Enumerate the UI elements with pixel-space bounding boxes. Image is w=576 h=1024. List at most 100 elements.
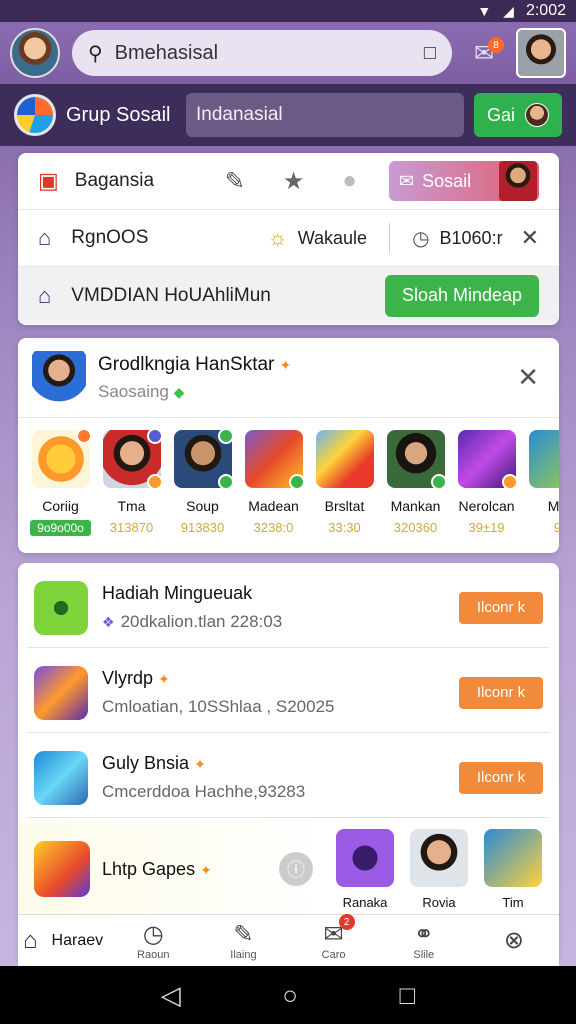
message-icon[interactable]: ●	[342, 167, 357, 196]
edit-icon[interactable]: ✎	[225, 167, 245, 196]
app-item[interactable]: Mu 9	[527, 430, 559, 536]
timer-icon: ◷	[142, 921, 164, 948]
close-icon[interactable]: ✕	[521, 225, 539, 251]
claim-button[interactable]: Ilconr k	[459, 676, 543, 709]
group-title: Grup Sosail	[66, 103, 171, 126]
gift-icon	[244, 430, 305, 490]
info-icon[interactable]: ⓘ	[279, 852, 313, 886]
app-item[interactable]: Madean 3238:0	[243, 430, 305, 536]
gear-icon	[34, 580, 88, 635]
search-input[interactable]: ⚲ Bmehasisal □	[72, 30, 452, 76]
app-score: 39±19	[468, 520, 505, 535]
person-avatar	[173, 428, 234, 490]
time-label: B1060:r	[439, 227, 503, 248]
bottom-tab-bar: ⌂ Haraev ◷ Raoun ✎ Ilaing ✉ 2 Caro ⚭ Sli…	[18, 914, 559, 966]
mini-app[interactable]: Ranaka	[335, 828, 395, 910]
group-card-subtitle: Saosaing	[98, 381, 169, 401]
app-badge	[430, 474, 447, 490]
app-item[interactable]: Brsltat 33:30	[314, 430, 375, 536]
list-item[interactable]: Guly Bnsia ✦ Cmcerddoa Hachhe,93283 Ilco…	[28, 738, 549, 818]
app-score: 313870	[109, 520, 154, 535]
group-card: Grodlkngia HanSktar ✦ Saosaing ◆ ✕ Corii…	[18, 338, 559, 553]
app-badge	[146, 428, 163, 444]
profile-avatar[interactable]	[10, 28, 60, 78]
app-name: Nerolcan	[458, 498, 515, 514]
flame-icon: ✦	[200, 861, 212, 878]
menu-row-3: ⌂ VMDDIAN HoUAhliMun Sloah Mindeap	[18, 267, 559, 324]
mini-app-name: Ranaka	[342, 894, 388, 910]
rewards-list: Hadiah Mingueuak ❖ 20dkalion.tlan 228:03 …	[18, 563, 559, 963]
layers-icon	[34, 750, 88, 805]
search-icon: ⚲	[88, 42, 103, 65]
claim-button[interactable]: Ilconr k	[459, 761, 543, 794]
list-item-title: Vlyrdp	[102, 668, 154, 688]
user-avatar[interactable]	[516, 28, 566, 78]
diamond-icon: ❖	[102, 614, 115, 630]
tab-home[interactable]: ⌂ Haraev	[18, 927, 108, 955]
bulb-icon: ☼	[267, 225, 288, 250]
menu-card: ▣ Bagansia ✎ ★ ● ✉ Sosail ⌂ RgnOOS ☼ Wak…	[18, 153, 559, 325]
close-circle-icon: ⊗	[503, 927, 524, 954]
app-score: 9o9o00o	[30, 520, 91, 536]
status-bar: ▼ ◢ 2:002	[0, 0, 576, 22]
mini-app[interactable]: Tim	[483, 828, 543, 910]
menu-row-1[interactable]: ▣ Bagansia ✎ ★ ● ✉ Sosail	[18, 153, 559, 210]
app-item[interactable]: Soup 913830	[172, 428, 234, 536]
home-icon-2: ⌂	[38, 282, 52, 308]
list-item-title: Hadiah Mingueuak	[102, 583, 253, 603]
app-score: 913830	[180, 520, 225, 535]
share-icon[interactable]: □	[424, 42, 436, 65]
edit-icon: ✎	[233, 921, 254, 948]
list-item-title: Guly Bnsia	[102, 753, 190, 773]
back-icon[interactable]: ◁	[161, 980, 181, 1011]
wakale-label: Wakaule	[297, 227, 368, 248]
flame-icon: ✦	[194, 756, 206, 772]
group-logo	[14, 94, 56, 136]
action-button[interactable]: Sloah Mindeap	[385, 274, 539, 317]
go-avatar	[525, 103, 549, 127]
app-item[interactable]: Nerolcan 39±19	[456, 430, 518, 536]
app-badge	[217, 474, 234, 490]
app-item[interactable]: Tma 313870	[101, 428, 163, 536]
group-input[interactable]: Indanasial	[186, 93, 464, 137]
list-item-subtitle: Cmcerddoa Hachhe,93283	[102, 782, 306, 801]
gem-icon: ◆	[173, 383, 185, 400]
list-item[interactable]: Lhtp Gapes ✦ ⓘ Ranaka Rovia Tim	[18, 823, 559, 915]
notification-button[interactable]: ✉ 8	[464, 33, 504, 73]
tab-timer[interactable]: ◷ Raoun	[108, 920, 198, 961]
sosial-chat-icon: ✉	[399, 170, 415, 191]
notification-badge: 8	[488, 37, 504, 53]
mini-app[interactable]: Rovia	[409, 828, 469, 910]
home-icon: ⌂	[23, 926, 38, 954]
app-item[interactable]: Mankan 320360	[385, 430, 447, 536]
list-item-subtitle: 20dkalion.tlan 228:03	[120, 612, 283, 631]
menu-row-2[interactable]: ⌂ RgnOOS ☼ Wakaule ◷ B1060:r ✕	[18, 210, 559, 267]
app-item[interactable]: Coriig 9o9o00o	[30, 428, 92, 536]
app-score: 33:30	[328, 520, 361, 535]
list-item[interactable]: Vlyrdp ✦ Cmloatian, 10SShlaa , S20025 Il…	[28, 653, 549, 733]
gift-box-icon	[315, 430, 374, 488]
go-button[interactable]: Gai	[474, 93, 562, 137]
tab-link[interactable]: ⚭ Slile	[379, 920, 469, 961]
tab-edit[interactable]: ✎ Ilaing	[198, 920, 288, 961]
app-name: Mu	[547, 498, 559, 514]
app-badge	[217, 428, 234, 444]
app-name: Mankan	[390, 498, 441, 514]
home-circle-icon[interactable]: ○	[282, 980, 298, 1011]
tab-label: Haraev	[51, 931, 104, 949]
tab-close[interactable]: ⊗	[469, 926, 559, 955]
claim-button[interactable]: Ilconr k	[459, 591, 543, 624]
star-icon[interactable]: ★	[283, 167, 305, 196]
app-score: 3238:0	[253, 520, 294, 535]
group-bar: Grup Sosail Indanasial Gai	[0, 84, 576, 146]
list-item[interactable]: Hadiah Mingueuak ❖ 20dkalion.tlan 228:03 …	[28, 568, 549, 648]
sosial-button[interactable]: ✉ Sosail	[389, 161, 539, 201]
chat-icon: ✉	[323, 921, 344, 948]
recents-icon[interactable]: □	[400, 980, 416, 1011]
tab-chat[interactable]: ✉ 2 Caro	[289, 914, 379, 961]
link-icon: ⚭	[413, 921, 434, 948]
group-card-avatar	[32, 350, 86, 405]
person-avatar	[386, 430, 447, 490]
person-avatar	[102, 428, 163, 490]
close-icon[interactable]: ✕	[517, 362, 539, 393]
